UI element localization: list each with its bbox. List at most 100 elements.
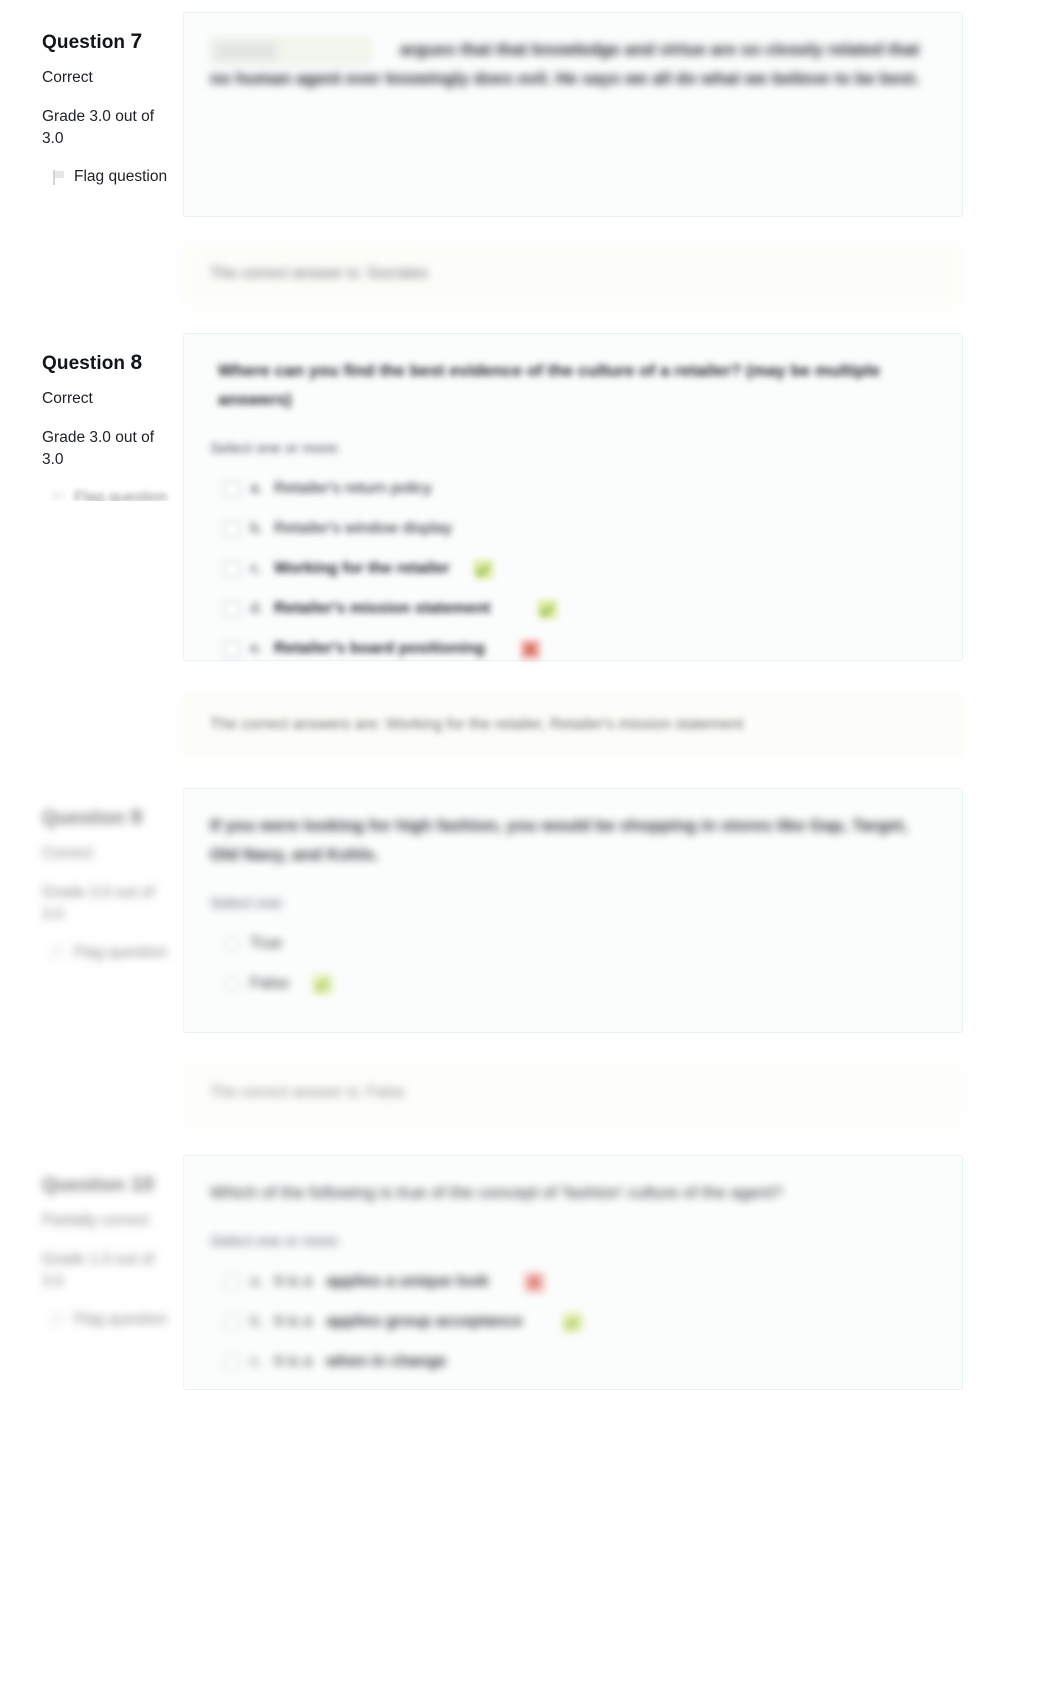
option-label: False	[250, 975, 290, 993]
question-content-q9: If you were looking for high fashion, yo…	[183, 788, 963, 1033]
question-state-q10: Partially correct	[42, 1212, 149, 1230]
correct-icon	[538, 599, 558, 619]
feedback-q9: The correct answer is: False	[183, 1062, 963, 1124]
option-label: Retailer's mission statement	[274, 600, 491, 618]
checkbox-icon[interactable]	[224, 561, 240, 578]
feedback-q8: The correct answers are: Working for the…	[183, 694, 963, 756]
option-label: It is a	[274, 1353, 313, 1371]
option-letter: b.	[250, 1313, 264, 1331]
option-row[interactable]: b. It is a applies group acceptance	[210, 1302, 936, 1342]
flag-question-label: Flag question	[74, 489, 168, 501]
question-state-q9: Correct	[42, 845, 93, 863]
select-prompt-q9: Select one:	[210, 895, 286, 913]
option-row[interactable]: False	[210, 964, 936, 1004]
option-row[interactable]: True	[210, 924, 936, 964]
checkbox-icon[interactable]	[224, 601, 240, 618]
option-row[interactable]: d. Retailer's mission statement	[210, 589, 936, 629]
option-letter: b.	[250, 520, 264, 538]
flag-question-q8[interactable]: Flag question	[42, 489, 169, 501]
option-row[interactable]: a. Retailer's return policy	[210, 469, 936, 509]
incorrect-icon	[524, 1272, 544, 1292]
select-prompt-q10: Select one or more:	[210, 1233, 341, 1251]
checkbox-icon[interactable]	[224, 481, 240, 498]
option-row[interactable]: c. It is a when in change	[210, 1342, 936, 1382]
flag-question-label: Flag question	[74, 1311, 168, 1329]
question-number-value: 8	[130, 351, 143, 374]
flag-question-label: Flag question	[74, 944, 168, 962]
feedback-label-q9: The correct answer is:	[210, 1084, 363, 1101]
flag-question-q9[interactable]: Flag question	[42, 944, 169, 962]
flag-question-q10[interactable]: Flag question	[42, 1311, 169, 1329]
option-label-strong: applies a unique look	[326, 1273, 489, 1291]
question-number-q9: Question 9	[42, 806, 169, 830]
question-text-q8: Where can you find the best evidence of …	[218, 361, 881, 410]
question-text-q10: Which of the following is true of the co…	[210, 1183, 783, 1202]
option-label: Retailer's window display	[274, 520, 453, 538]
checkbox-icon[interactable]	[224, 1314, 240, 1331]
option-letter: e.	[250, 640, 264, 658]
question-grade-q7: Grade 3.0 out of 3.0	[42, 108, 155, 148]
question-number-value: 7	[130, 30, 143, 53]
checkbox-icon[interactable]	[224, 1354, 240, 1371]
flag-icon	[52, 1312, 65, 1328]
dropped-answer-token	[215, 41, 277, 60]
feedback-label-q7: The correct answer is:	[210, 265, 363, 282]
feedback-value-q8: Working for the retailer, Retailer's mis…	[385, 716, 744, 733]
option-row[interactable]: e. Retailer's board positioning	[210, 629, 936, 669]
checkbox-icon[interactable]	[224, 521, 240, 538]
question-number-label: Question	[42, 353, 126, 374]
radio-icon[interactable]	[224, 936, 240, 953]
question-content-q8: Where can you find the best evidence of …	[183, 333, 963, 661]
option-letter: a.	[250, 480, 264, 498]
question-text-wrapper-q8: Where can you find the best evidence of …	[210, 356, 936, 414]
question-content-q7: argues that that knowledge and virtue ar…	[183, 12, 963, 217]
feedback-value-q9: False	[366, 1084, 405, 1101]
question-number-q7: Question 7	[42, 30, 169, 54]
answers-wrapper-q9: Select one: True False	[210, 895, 936, 1004]
question-number-label: Question	[42, 808, 126, 829]
radio-icon[interactable]	[224, 976, 240, 993]
question-number-label: Question	[42, 32, 126, 53]
option-row[interactable]: a. It is a applies a unique look	[210, 1262, 936, 1302]
option-letter: c.	[250, 1353, 263, 1371]
question-state-q7: Correct	[42, 69, 93, 87]
question-block-q8: Question 8 Correct Grade 3.0 out of 3.0 …	[28, 333, 963, 661]
question-grade-q10: Grade 1.0 out of 3.0	[42, 1251, 155, 1291]
option-row[interactable]: b. Retailer's window display	[210, 509, 936, 549]
flag-icon	[52, 945, 65, 961]
question-grade-q9: Grade 3.0 out of 3.0	[42, 884, 155, 924]
checkbox-icon[interactable]	[224, 641, 240, 658]
checkbox-icon[interactable]	[224, 1274, 240, 1291]
flag-icon	[52, 169, 65, 185]
flag-question-label: Flag question	[74, 168, 168, 186]
option-label: It is a	[274, 1273, 313, 1291]
flag-icon	[52, 490, 65, 501]
question-info-q10: Question 10 Partially correct Grade 1.0 …	[28, 1155, 183, 1390]
answers-wrapper-q10: Select one or more: a. It is a applies a…	[210, 1233, 936, 1382]
option-label: Retailer's board positioning	[274, 640, 485, 658]
question-number-q10: Question 10	[42, 1173, 169, 1197]
correct-icon	[562, 1312, 582, 1332]
option-label-strong: when in change	[326, 1353, 447, 1371]
question-state-q8: Correct	[42, 390, 93, 408]
question-content-q10: Which of the following is true of the co…	[183, 1155, 963, 1390]
option-list-q8: a. Retailer's return policy b. Retailer'…	[210, 469, 936, 669]
quiz-review-page: Question 7 Correct Grade 3.0 out of 3.0 …	[0, 0, 1062, 1686]
question-text-wrapper-q9: If you were looking for high fashion, yo…	[210, 811, 936, 869]
question-info-q8: Question 8 Correct Grade 3.0 out of 3.0 …	[28, 333, 183, 501]
drop-zone-q7[interactable]	[210, 37, 370, 64]
option-label: Retailer's return policy	[274, 480, 432, 498]
question-text-q7: argues that that knowledge and virtue ar…	[210, 35, 936, 93]
option-row[interactable]: c. Working for the retailer	[210, 549, 936, 589]
option-letter: d.	[250, 600, 264, 618]
correct-icon	[313, 974, 333, 994]
question-info-q7: Question 7 Correct Grade 3.0 out of 3.0 …	[28, 12, 183, 217]
option-letter: a.	[250, 1273, 264, 1291]
question-grade-q8: Grade 3.0 out of 3.0	[42, 429, 155, 469]
option-label: True	[250, 935, 283, 953]
option-letter: c.	[250, 560, 263, 578]
flag-question-q7[interactable]: Flag question	[42, 168, 169, 186]
feedback-label-q8: The correct answers are:	[210, 716, 382, 733]
question-text-wrapper-q10: Which of the following is true of the co…	[210, 1178, 936, 1207]
feedback-value-q7: Socrates	[366, 265, 428, 282]
